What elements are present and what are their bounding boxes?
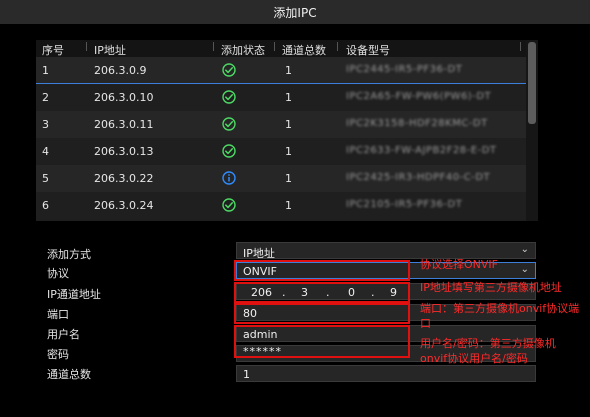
protocol-label: 协议 (47, 267, 69, 280)
row-channel-count: 1 (285, 172, 292, 185)
row-device-model: IPC2105-IR5-PF36-DT (346, 199, 463, 210)
column-divider[interactable] (337, 42, 338, 51)
column-divider[interactable] (213, 42, 214, 51)
protocol-annotation: 协议选择ONVIF (420, 258, 498, 271)
table-row[interactable]: 1 206.3.0.9 1 IPC2445-IR5-PF36-DT (36, 57, 526, 84)
channel-total-input[interactable]: 1 (236, 365, 536, 382)
table-row[interactable]: 3 206.3.0.11 1 IPC2K3158-HDF28KMC-DT (36, 111, 526, 138)
credentials-highlight-box (234, 325, 410, 358)
column-divider[interactable] (520, 42, 521, 51)
chevron-down-icon: ⌄ (520, 244, 529, 255)
row-channel-count: 1 (285, 91, 292, 104)
password-label: 密码 (47, 348, 69, 361)
table-row[interactable]: 4 206.3.0.13 1 IPC2633-FW-AJPB2F28-E-DT (36, 138, 526, 165)
row-ip-address: 206.3.0.9 (94, 64, 147, 77)
table-row[interactable]: 2 206.3.0.10 1 IPC2A65-FW-PW6(PW6)-DT (36, 84, 526, 111)
window-title: 添加IPC (273, 5, 317, 20)
ip-channel-label: IP通道地址 (47, 288, 101, 301)
column-divider[interactable] (86, 42, 87, 51)
add-method-value: IP地址 (243, 247, 275, 260)
col-header-channels[interactable]: 通道总数 (282, 42, 326, 58)
row-channel-count: 1 (285, 118, 292, 131)
camera-list-header: 序号 IP地址 添加状态 通道总数 设备型号 (36, 40, 526, 57)
check-circle-icon (222, 144, 236, 158)
row-device-model: IPC2A65-FW-PW6(PW6)-DT (346, 91, 492, 102)
channel-total-value: 1 (243, 368, 250, 381)
row-channel-count: 1 (285, 199, 292, 212)
ip-annotation: IP地址填写第三方摄像机地址 (420, 281, 562, 294)
table-row[interactable]: 5 206.3.0.22 1 IPC2425-IR3-HDPF40-C-DT (36, 165, 526, 192)
col-header-index[interactable]: 序号 (42, 42, 64, 58)
list-scrollbar[interactable] (526, 40, 538, 221)
window-titlebar: 添加IPC (0, 0, 590, 24)
col-header-ip[interactable]: IP地址 (94, 42, 126, 58)
port-annotation: 端口：第三方摄像机onvif协议端口 (420, 302, 580, 330)
row-channel-count: 1 (285, 145, 292, 158)
row-index: 3 (42, 118, 49, 131)
add-method-label: 添加方式 (47, 248, 91, 261)
port-label: 端口 (47, 308, 69, 321)
protocol-highlight-box (234, 260, 410, 281)
column-divider[interactable] (274, 42, 275, 51)
info-circle-icon (222, 171, 236, 185)
list-scrollbar-thumb[interactable] (528, 42, 536, 124)
row-channel-count: 1 (285, 64, 292, 77)
port-highlight-box (234, 303, 410, 324)
row-index: 4 (42, 145, 49, 158)
row-ip-address: 206.3.0.24 (94, 199, 154, 212)
ip-highlight-box (234, 282, 410, 303)
row-ip-address: 206.3.0.10 (94, 91, 154, 104)
table-row[interactable]: 6 206.3.0.24 1 IPC2105-IR5-PF36-DT (36, 192, 526, 219)
row-device-model: IPC2445-IR5-PF36-DT (346, 64, 463, 75)
row-index: 5 (42, 172, 49, 185)
username-label: 用户名 (47, 328, 80, 341)
credentials-annotation: 用户名/密码：第三方摄像机onvif协议用户名/密码 (420, 337, 556, 365)
row-device-model: IPC2633-FW-AJPB2F28-E-DT (346, 145, 497, 156)
row-index: 1 (42, 64, 49, 77)
row-device-model: IPC2425-IR3-HDPF40-C-DT (346, 172, 491, 183)
row-ip-address: 206.3.0.11 (94, 118, 154, 131)
row-index: 6 (42, 199, 49, 212)
check-circle-icon (222, 63, 236, 77)
col-header-model[interactable]: 设备型号 (346, 42, 390, 58)
channel-total-label: 通道总数 (47, 368, 91, 381)
check-circle-icon (222, 117, 236, 131)
col-header-status[interactable]: 添加状态 (221, 42, 265, 58)
row-index: 2 (42, 91, 49, 104)
row-ip-address: 206.3.0.22 (94, 172, 154, 185)
check-circle-icon (222, 198, 236, 212)
check-circle-icon (222, 90, 236, 104)
camera-list[interactable]: 序号 IP地址 添加状态 通道总数 设备型号 1 206.3.0.9 1 IPC244… (36, 40, 538, 221)
row-ip-address: 206.3.0.13 (94, 145, 154, 158)
row-device-model: IPC2K3158-HDF28KMC-DT (346, 118, 488, 129)
